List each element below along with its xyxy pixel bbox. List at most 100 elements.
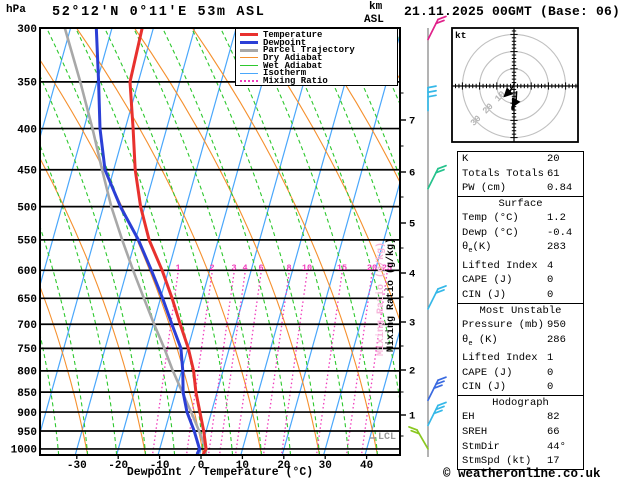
panel-row: θe(K) 283	[458, 240, 583, 259]
pressure-tick-label: 300	[17, 24, 37, 36]
panel-row: CAPE (J) 0	[458, 366, 583, 381]
wind-barb	[427, 85, 437, 112]
panel-row-value: 0	[547, 381, 554, 394]
panel-row: StmDir 44°	[458, 440, 583, 455]
mixing-ratio-axis-label: Mixing Ratio (g/kg)	[386, 237, 397, 353]
km-tick-label: 6	[409, 168, 415, 180]
panel-row: Lifted Index 4	[458, 259, 583, 274]
legend-sample-line	[240, 48, 258, 52]
temperature-axis-title: Dewpoint / Temperature (°C)	[126, 466, 314, 479]
wind-barb-tick	[437, 401, 447, 407]
mixing-ratio-line	[218, 272, 246, 455]
km-tick-label: 4	[409, 269, 415, 281]
wind-barb-tick	[437, 164, 447, 170]
hodograph-unit-label: kt	[455, 30, 467, 41]
legend-label: Mixing Ratio	[263, 75, 328, 86]
mixing-ratio-value-label: 8	[286, 263, 291, 273]
panel-row-label: θe(K)	[462, 241, 492, 256]
wet-adiabat-line	[306, 28, 400, 270]
pressure-tick-label: 350	[17, 78, 37, 90]
mixing-ratio-line	[315, 272, 343, 455]
legend-sample-line	[240, 65, 258, 67]
panel-section-title: Hodograph	[492, 396, 549, 409]
mixing-ratio-value-label: 1	[175, 263, 180, 273]
wind-barb	[408, 426, 429, 450]
pressure-tick-label: 700	[17, 320, 37, 332]
pressure-tick-label: 750	[17, 344, 37, 356]
pressure-axis-unit: hPa	[6, 4, 26, 16]
mixing-ratio-value-label: 3	[231, 263, 236, 273]
panel-section: Hodograph EH 82 SREH 66 StmDir 44° StmSpd (kt) 1…	[458, 394, 583, 469]
indices-panel: K 20 Totals Totals 61 PW (cm) 0.84 Surface Temp…	[457, 151, 584, 470]
km-tick-label: 5	[409, 219, 415, 231]
panel-row: EH 82	[458, 410, 583, 425]
pressure-tick-label: 450	[17, 166, 37, 178]
pressure-tick-label: 650	[17, 294, 37, 306]
panel-row-value: 66	[547, 426, 560, 439]
wet-adiabat-line	[40, 225, 89, 455]
panel-row-label: CIN (J)	[462, 381, 507, 394]
panel-row: Temp (°C) 1.2	[458, 211, 583, 226]
legend-sample-line	[240, 72, 258, 74]
mixing-ratio-value-label: 2	[209, 263, 214, 273]
km-tick-label: 7	[409, 116, 415, 128]
pressure-tick-label: 500	[17, 202, 37, 214]
panel-row-label: K	[462, 153, 469, 165]
pressure-tick-label: 800	[17, 367, 37, 379]
legend-sample-line	[240, 33, 258, 37]
mixing-ratio-value-label: 4	[242, 263, 247, 273]
panel-section-title: Most Unstable	[479, 304, 562, 317]
panel-row-value: 0	[547, 289, 554, 302]
panel-section-title: Surface	[498, 197, 543, 210]
panel-row-label: PW (cm)	[462, 182, 507, 195]
panel-row-value: 20	[547, 153, 560, 165]
panel-row: CAPE (J) 0	[458, 273, 583, 288]
km-tick-label: 3	[409, 318, 415, 330]
wind-barb	[427, 164, 447, 190]
legend-sample-line	[240, 57, 258, 59]
lcl-marker-label: LCL	[378, 432, 397, 443]
mixing-ratio-value-label: 10	[302, 263, 312, 273]
wet-adiabat-line	[248, 28, 378, 455]
temp-tick-label: -30	[67, 460, 87, 472]
wind-barb-tick	[427, 85, 437, 89]
wind-barb-column	[408, 15, 447, 457]
altitude-axis-unit-km: km	[369, 1, 383, 13]
panel-row-value: 286	[547, 333, 566, 346]
mixing-ratio-line	[280, 272, 308, 455]
legend-item: Temperature	[236, 30, 397, 39]
wet-adiabat-line	[219, 28, 350, 455]
pressure-tick-label: 900	[17, 408, 37, 420]
panel-row: Lifted Index 1	[458, 351, 583, 366]
valid-datetime: 21.11.2025 00GMT (Base: 06)	[404, 4, 621, 19]
hodograph-storm-marker	[511, 106, 515, 110]
panel-row-value: 1.2	[547, 212, 566, 225]
pressure-tick-label: 1000	[11, 445, 37, 457]
panel-row-label: StmSpd (kt)	[462, 455, 532, 468]
pressure-tick-label: 550	[17, 236, 37, 248]
panel-row-label: EH	[462, 411, 475, 424]
wind-barb	[427, 15, 447, 41]
hodograph: 102030	[451, 27, 579, 143]
altitude-axis-unit-asl: ASL	[364, 14, 384, 26]
wet-adiabat-line	[0, 28, 1, 455]
panel-row-value: 0	[547, 274, 554, 287]
panel-row-label: CIN (J)	[462, 289, 507, 302]
dry-adiabat-line	[40, 285, 89, 455]
wind-barb-tick	[437, 376, 447, 382]
panel-row-label: StmDir	[462, 440, 500, 453]
panel-row: CIN (J) 0	[458, 288, 583, 303]
legend-item: Mixing Ratio	[236, 75, 397, 86]
legend: Temperature Dewpoint Parcel Trajectory Dry …	[235, 28, 398, 86]
pressure-tick-label: 400	[17, 124, 37, 136]
km-tick-label: 2	[409, 366, 415, 378]
wet-adiabat-line	[133, 28, 263, 455]
panel-row-value: 283	[547, 241, 566, 254]
panel-row-label: Lifted Index	[462, 259, 538, 272]
legend-item: Wet Adiabat	[236, 61, 397, 70]
panel-row: Dewp (°C) -0.4	[458, 226, 583, 241]
panel-row-value: 0	[547, 366, 554, 379]
panel-row: PW (cm) 0.84	[458, 181, 583, 196]
panel-row-value: 950	[547, 319, 566, 332]
panel-row: Pressure (mb) 950	[458, 318, 583, 333]
